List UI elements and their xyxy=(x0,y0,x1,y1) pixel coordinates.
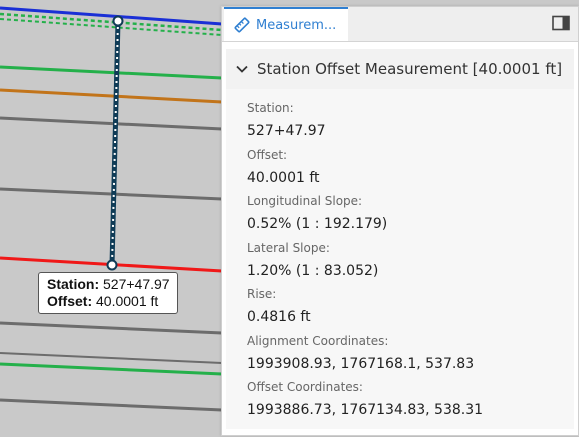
tab-measurements[interactable]: Measurem... xyxy=(224,7,348,41)
property-value: 1993886.73, 1767134.83, 538.31 xyxy=(247,402,484,418)
chevron-down-icon xyxy=(236,65,248,73)
tooltip-station-label: Station: xyxy=(47,276,100,292)
section-title: Station Offset Measurement [40.0001 ft] xyxy=(257,60,563,78)
property-station: Station: 527+47.97 xyxy=(247,97,574,144)
property-label: Station: xyxy=(247,101,294,115)
tooltip-station-value: 527+47.97 xyxy=(103,276,170,292)
property-value: 0.52% (1 : 192.179) xyxy=(247,216,388,232)
tooltip-offset-row: Offset: 40.0001 ft xyxy=(47,293,170,310)
measurement-end-handle[interactable] xyxy=(106,259,118,271)
property-lateral-slope: Lateral Slope: 1.20% (1 : 83.052) xyxy=(247,237,574,284)
measurement-start-handle[interactable] xyxy=(112,15,124,27)
property-label: Rise: xyxy=(247,287,277,301)
property-offset: Offset: 40.0001 ft xyxy=(247,144,574,191)
measurement-tooltip: Station: 527+47.97 Offset: 40.0001 ft xyxy=(38,272,178,314)
panel-tab-bar: Measurem... xyxy=(222,7,578,42)
station-offset-section-header[interactable]: Station Offset Measurement [40.0001 ft] xyxy=(226,49,574,89)
property-value: 1993908.93, 1767168.1, 537.83 xyxy=(247,355,475,372)
dock-panel-icon xyxy=(552,15,570,31)
measurement-properties: Station: 527+47.97 Offset: 40.0001 ft Lo… xyxy=(226,89,574,429)
tooltip-offset-label: Offset: xyxy=(47,293,93,309)
ruler-icon xyxy=(234,17,250,33)
property-label: Offset: xyxy=(247,147,288,162)
property-value: 40.0001 ft xyxy=(247,169,320,186)
property-value: 1.20% (1 : 83.052) xyxy=(247,262,379,279)
property-label: Offset Coordinates: xyxy=(247,380,363,394)
property-value: 0.4816 ft xyxy=(247,309,311,325)
property-value: 527+47.97 xyxy=(247,123,326,139)
property-label: Lateral Slope: xyxy=(247,240,330,255)
property-label: Alignment Coordinates: xyxy=(247,333,389,348)
dock-panel-button[interactable] xyxy=(552,15,570,31)
property-alignment-coordinates: Alignment Coordinates: 1993908.93, 17671… xyxy=(247,330,574,377)
tooltip-station-row: Station: 527+47.97 xyxy=(47,276,170,293)
measurement-panel: Measurem... Station Offset Measurement [… xyxy=(221,6,579,436)
tooltip-offset-value: 40.0001 ft xyxy=(96,293,159,309)
property-longitudinal-slope: Longitudinal Slope: 0.52% (1 : 192.179) xyxy=(247,190,574,237)
tab-measurements-label: Measurem... xyxy=(256,17,337,33)
property-offset-coordinates: Offset Coordinates: 1993886.73, 1767134.… xyxy=(247,376,574,423)
property-rise: Rise: 0.4816 ft xyxy=(247,283,574,330)
property-label: Longitudinal Slope: xyxy=(247,194,363,208)
